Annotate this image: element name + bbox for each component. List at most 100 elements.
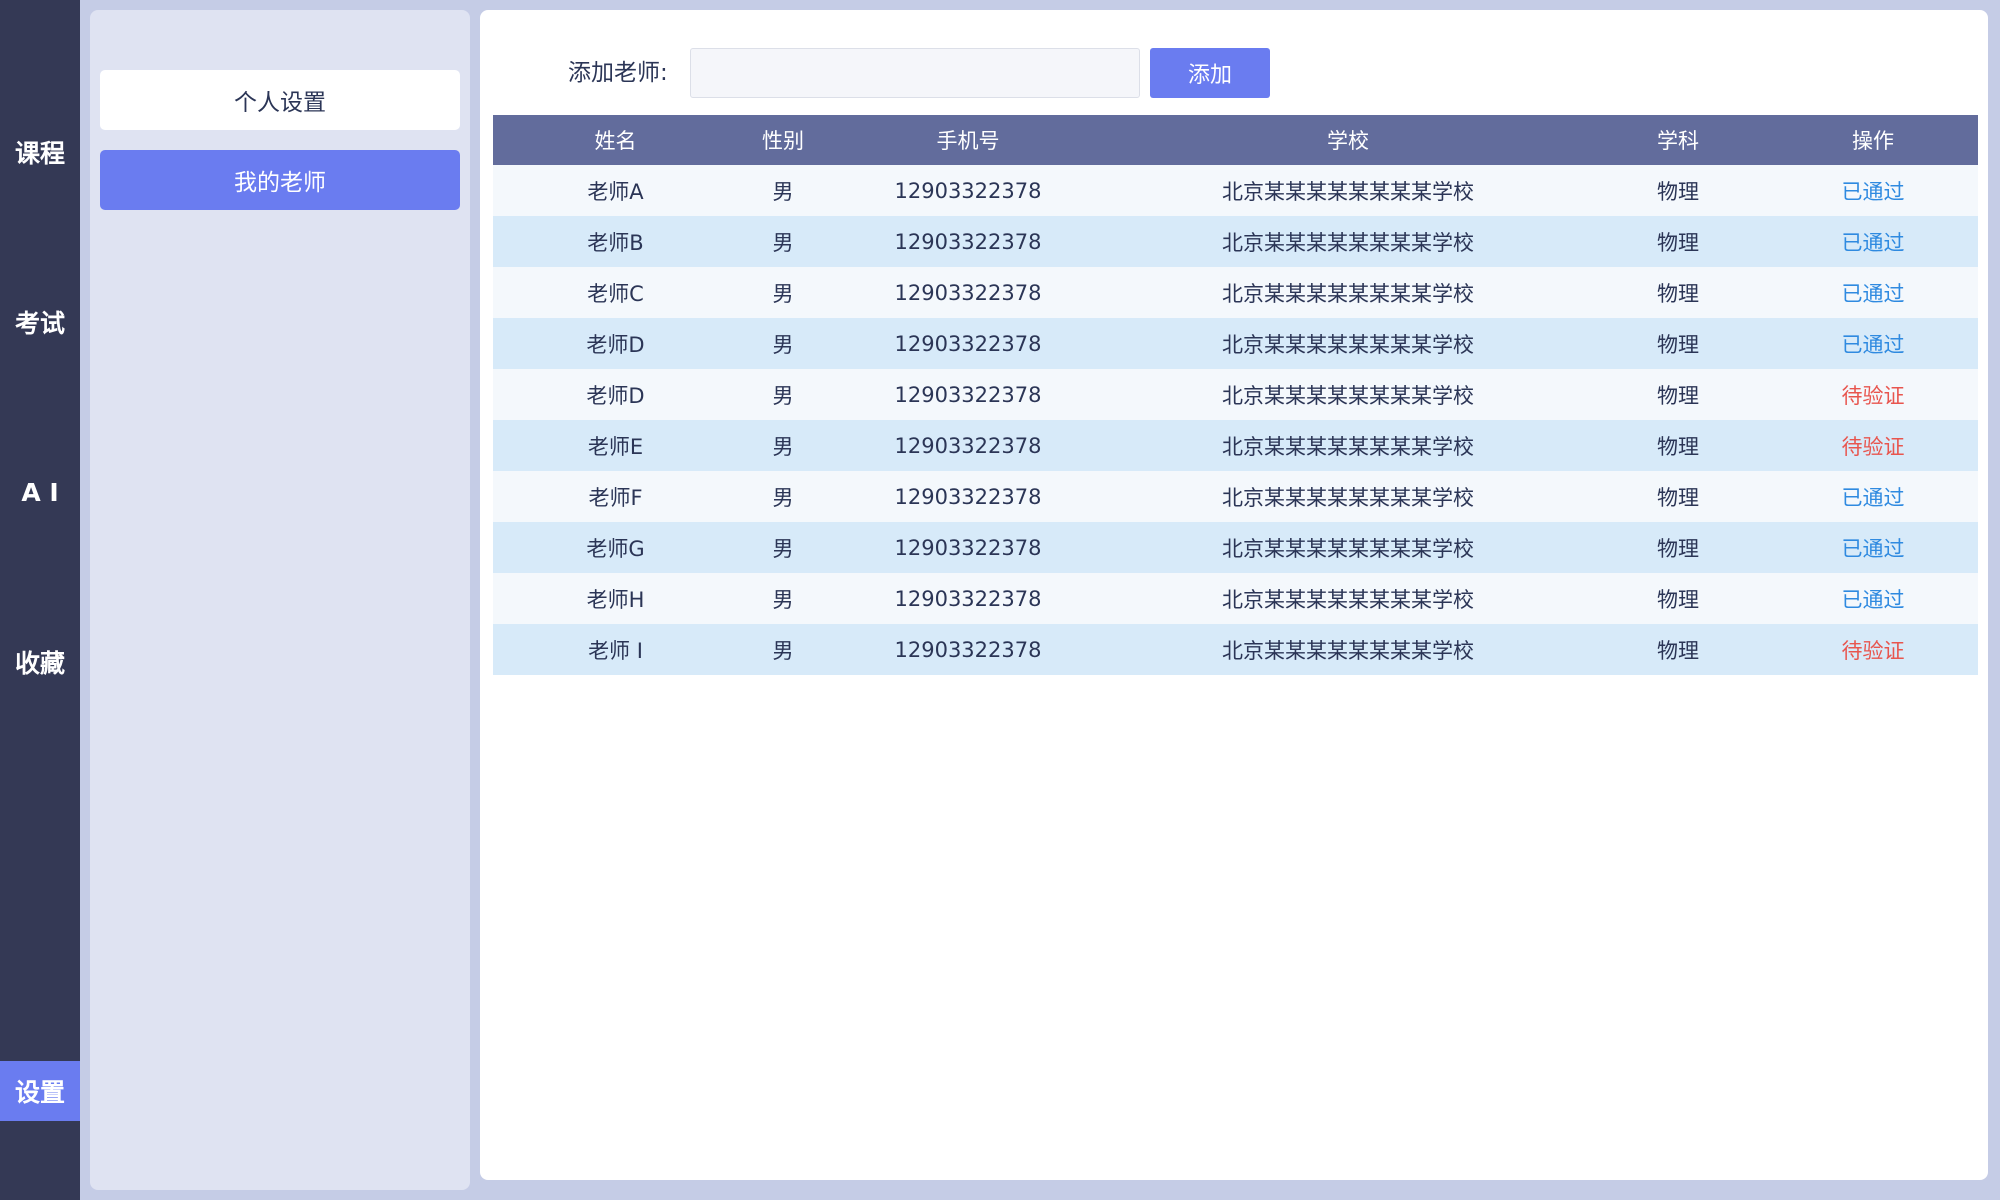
table-header-row: 姓名 性别 手机号 学校 学科 操作 [493, 115, 1978, 165]
cell-name: 老师H [493, 573, 738, 624]
main-content: 添加老师: 添加 姓名 性别 手机号 学校 学科 操作 老师A 男 12903322… [480, 10, 1988, 1180]
cell-school: 北京某某某某某某某某学校 [1108, 522, 1588, 573]
column-header-action: 操作 [1768, 115, 1978, 165]
cell-subject: 物理 [1588, 471, 1768, 522]
nav-item-courses[interactable]: 课程 [0, 122, 80, 182]
cell-gender: 男 [738, 165, 828, 216]
status-approved-link[interactable]: 已通过 [1842, 537, 1905, 561]
cell-subject: 物理 [1588, 165, 1768, 216]
settings-submenu: 个人设置 我的老师 [90, 10, 470, 1190]
cell-gender: 男 [738, 522, 828, 573]
table-row: 老师 I 男 12903322378 北京某某某某某某某某学校 物理 待验证 [493, 624, 1978, 675]
cell-school: 北京某某某某某某某某学校 [1108, 267, 1588, 318]
cell-name: 老师A [493, 165, 738, 216]
nav-item-exams[interactable]: 考试 [0, 292, 80, 352]
status-approved-link[interactable]: 已通过 [1842, 486, 1905, 510]
column-header-phone: 手机号 [828, 115, 1108, 165]
submenu-item-personal-settings[interactable]: 个人设置 [100, 70, 460, 130]
cell-action: 待验证 [1768, 369, 1978, 420]
column-header-name: 姓名 [493, 115, 738, 165]
status-approved-link[interactable]: 已通过 [1842, 180, 1905, 204]
cell-action: 已通过 [1768, 573, 1978, 624]
status-approved-link[interactable]: 已通过 [1842, 588, 1905, 612]
status-approved-link[interactable]: 已通过 [1842, 282, 1905, 306]
cell-gender: 男 [738, 318, 828, 369]
cell-gender: 男 [738, 216, 828, 267]
cell-gender: 男 [738, 267, 828, 318]
cell-name: 老师F [493, 471, 738, 522]
column-header-subject: 学科 [1588, 115, 1768, 165]
table-row: 老师D 男 12903322378 北京某某某某某某某某学校 物理 待验证 [493, 369, 1978, 420]
cell-gender: 男 [738, 369, 828, 420]
nav-item-settings[interactable]: 设置 [0, 1061, 80, 1121]
cell-subject: 物理 [1588, 522, 1768, 573]
cell-subject: 物理 [1588, 216, 1768, 267]
cell-school: 北京某某某某某某某某学校 [1108, 420, 1588, 471]
cell-phone: 12903322378 [828, 165, 1108, 216]
status-pending-link[interactable]: 待验证 [1842, 435, 1905, 459]
cell-gender: 男 [738, 471, 828, 522]
cell-phone: 12903322378 [828, 573, 1108, 624]
cell-phone: 12903322378 [828, 369, 1108, 420]
cell-subject: 物理 [1588, 267, 1768, 318]
cell-action: 已通过 [1768, 522, 1978, 573]
cell-school: 北京某某某某某某某某学校 [1108, 318, 1588, 369]
table-row: 老师D 男 12903322378 北京某某某某某某某某学校 物理 已通过 [493, 318, 1978, 369]
cell-phone: 12903322378 [828, 624, 1108, 675]
table-row: 老师C 男 12903322378 北京某某某某某某某某学校 物理 已通过 [493, 267, 1978, 318]
cell-school: 北京某某某某某某某某学校 [1108, 216, 1588, 267]
cell-school: 北京某某某某某某某某学校 [1108, 165, 1588, 216]
cell-gender: 男 [738, 573, 828, 624]
column-header-school: 学校 [1108, 115, 1588, 165]
cell-name: 老师D [493, 318, 738, 369]
cell-action: 已通过 [1768, 318, 1978, 369]
cell-name: 老师B [493, 216, 738, 267]
status-approved-link[interactable]: 已通过 [1842, 333, 1905, 357]
cell-subject: 物理 [1588, 318, 1768, 369]
cell-name: 老师E [493, 420, 738, 471]
status-pending-link[interactable]: 待验证 [1842, 384, 1905, 408]
cell-gender: 男 [738, 624, 828, 675]
cell-action: 已通过 [1768, 471, 1978, 522]
add-teacher-input[interactable] [690, 48, 1140, 98]
table-row: 老师H 男 12903322378 北京某某某某某某某某学校 物理 已通过 [493, 573, 1978, 624]
cell-phone: 12903322378 [828, 318, 1108, 369]
cell-action: 已通过 [1768, 165, 1978, 216]
cell-name: 老师C [493, 267, 738, 318]
cell-phone: 12903322378 [828, 216, 1108, 267]
cell-action: 已通过 [1768, 267, 1978, 318]
table-row: 老师G 男 12903322378 北京某某某某某某某某学校 物理 已通过 [493, 522, 1978, 573]
nav-item-ai[interactable]: A I [0, 462, 80, 522]
cell-action: 待验证 [1768, 624, 1978, 675]
table-row: 老师F 男 12903322378 北京某某某某某某某某学校 物理 已通过 [493, 471, 1978, 522]
column-header-gender: 性别 [738, 115, 828, 165]
cell-subject: 物理 [1588, 369, 1768, 420]
cell-school: 北京某某某某某某某某学校 [1108, 471, 1588, 522]
nav-item-favorites[interactable]: 收藏 [0, 632, 80, 692]
cell-phone: 12903322378 [828, 420, 1108, 471]
teacher-table: 姓名 性别 手机号 学校 学科 操作 老师A 男 12903322378 北京某某某某… [493, 115, 1978, 675]
cell-name: 老师 I [493, 624, 738, 675]
cell-subject: 物理 [1588, 420, 1768, 471]
cell-phone: 12903322378 [828, 267, 1108, 318]
cell-action: 待验证 [1768, 420, 1978, 471]
cell-phone: 12903322378 [828, 471, 1108, 522]
status-approved-link[interactable]: 已通过 [1842, 231, 1905, 255]
add-teacher-button[interactable]: 添加 [1150, 48, 1270, 98]
cell-gender: 男 [738, 420, 828, 471]
table-row: 老师E 男 12903322378 北京某某某某某某某某学校 物理 待验证 [493, 420, 1978, 471]
main-nav-rail: 课程 考试 A I 收藏 设置 [0, 0, 80, 1200]
cell-subject: 物理 [1588, 573, 1768, 624]
cell-school: 北京某某某某某某某某学校 [1108, 369, 1588, 420]
cell-name: 老师D [493, 369, 738, 420]
table-row: 老师A 男 12903322378 北京某某某某某某某某学校 物理 已通过 [493, 165, 1978, 216]
status-pending-link[interactable]: 待验证 [1842, 639, 1905, 663]
add-teacher-bar: 添加老师: 添加 [480, 48, 1988, 98]
cell-phone: 12903322378 [828, 522, 1108, 573]
cell-school: 北京某某某某某某某某学校 [1108, 573, 1588, 624]
cell-name: 老师G [493, 522, 738, 573]
cell-action: 已通过 [1768, 216, 1978, 267]
add-teacher-label: 添加老师: [568, 60, 668, 86]
submenu-item-my-teachers[interactable]: 我的老师 [100, 150, 460, 210]
cell-subject: 物理 [1588, 624, 1768, 675]
